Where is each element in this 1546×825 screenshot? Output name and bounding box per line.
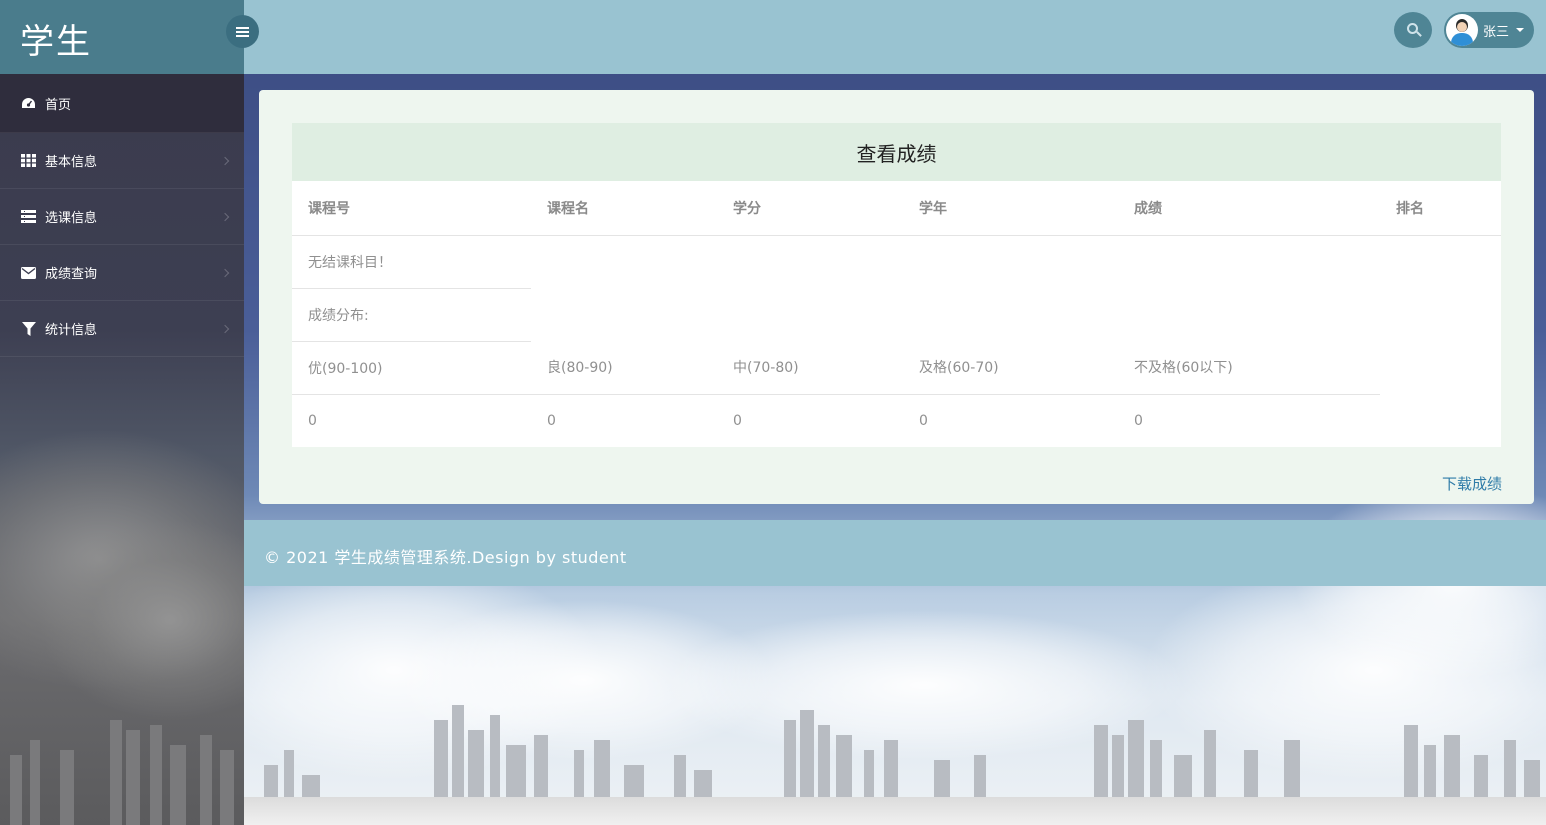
user-name: 张三 [1483, 25, 1510, 40]
sidebar: 学生 首页 基本信息 选课信息 成绩查询 统计信息 [0, 0, 244, 825]
envelope-icon [20, 266, 37, 280]
sidebar-item-label: 成绩查询 [45, 267, 98, 282]
sidebar-item-label: 统计信息 [45, 323, 98, 338]
list-icon [20, 210, 37, 224]
range-count: 0 [547, 412, 556, 429]
app-title: 学生 [20, 22, 92, 62]
hamburger-icon [236, 26, 249, 37]
sidebar-menu: 首页 基本信息 选课信息 成绩查询 统计信息 [0, 74, 244, 357]
sidebar-item-basic-info[interactable]: 基本信息 [0, 133, 244, 189]
chevron-right-icon [220, 156, 230, 165]
range-count: 0 [1134, 412, 1143, 429]
sidebar-item-label: 首页 [45, 97, 72, 113]
chevron-right-icon [220, 268, 230, 277]
grid-icon [20, 154, 37, 168]
chevron-right-icon [220, 324, 230, 333]
range-label: 良(80-90) [531, 341, 717, 395]
sidebar-item-label: 选课信息 [45, 211, 98, 226]
dashboard-icon [20, 96, 37, 110]
table-row: 0 0 0 0 0 [292, 394, 1501, 447]
grades-panel: 查看成绩 课程号 课程名 学分 学年 成绩 排名 无结课科目！ 成绩分布: 优(… [292, 123, 1501, 447]
column-header: 排名 [1380, 181, 1501, 236]
column-header: 成绩 [1118, 181, 1380, 236]
range-label: 中(70-80) [717, 341, 903, 395]
footer-copyright: © 2021 学生成绩管理系统.Design by student [264, 548, 627, 567]
sidebar-toggle-button[interactable] [226, 15, 259, 48]
table-row: 无结课科目！ [292, 235, 1501, 289]
search-button[interactable] [1394, 12, 1432, 48]
sidebar-skyline [10, 720, 234, 825]
range-label: 不及格(60以下) [1118, 341, 1380, 395]
column-header: 学年 [903, 181, 1118, 236]
download-grades-link[interactable]: 下载成绩 [1442, 473, 1502, 494]
user-menu-button[interactable]: 张三 [1444, 12, 1534, 48]
table-row: 优(90-100) 良(80-90) 中(70-80) 及格(60-70) 不及… [292, 341, 1501, 395]
chevron-right-icon [220, 212, 230, 221]
grades-card: 查看成绩 课程号 课程名 学分 学年 成绩 排名 无结课科目！ 成绩分布: 优(… [259, 90, 1534, 504]
range-label: 优(90-100) [292, 341, 531, 395]
grades-table: 课程号 课程名 学分 学年 成绩 排名 无结课科目！ 成绩分布: 优(90-10… [292, 181, 1501, 447]
range-count: 0 [733, 412, 742, 429]
filter-icon [20, 321, 37, 336]
column-header: 学分 [717, 181, 903, 236]
distribution-label: 成绩分布: [292, 288, 531, 342]
sidebar-item-statistics[interactable]: 统计信息 [0, 301, 244, 357]
range-label: 及格(60-70) [903, 341, 1118, 395]
range-count: 0 [308, 412, 317, 429]
top-header: 张三 [244, 0, 1546, 74]
table-row: 成绩分布: [292, 288, 1501, 342]
footer: © 2021 学生成绩管理系统.Design by student [244, 520, 1546, 586]
sidebar-item-label: 基本信息 [45, 155, 98, 170]
avatar [1446, 14, 1478, 46]
sidebar-item-grade-query[interactable]: 成绩查询 [0, 245, 244, 301]
caret-down-icon [1516, 28, 1524, 32]
sidebar-item-home[interactable]: 首页 [0, 74, 244, 133]
table-header-row: 课程号 课程名 学分 学年 成绩 排名 [292, 181, 1501, 236]
empty-message: 无结课科目！ [292, 235, 531, 289]
panel-title: 查看成绩 [292, 123, 1501, 181]
logo-bar: 学生 [0, 0, 244, 74]
sidebar-item-course-selection[interactable]: 选课信息 [0, 189, 244, 245]
column-header: 课程号 [292, 181, 531, 236]
column-header: 课程名 [531, 181, 717, 236]
range-count: 0 [919, 412, 928, 429]
